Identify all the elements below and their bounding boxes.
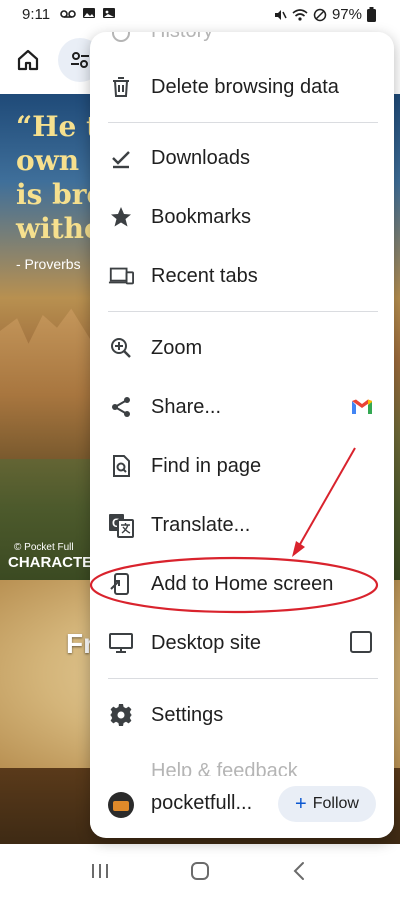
status-notification-icons	[60, 6, 116, 22]
trash-icon	[108, 74, 134, 100]
gmail-icon[interactable]	[350, 395, 374, 419]
follow-button[interactable]: + Follow	[278, 786, 376, 822]
site-name: pocketfull...	[151, 792, 253, 814]
overflow-menu: History Delete browsing data Downloads B…	[90, 32, 394, 838]
menu-item-recent-tabs[interactable]: Recent tabs	[90, 248, 394, 304]
menu-item-history-partial[interactable]: History	[151, 32, 213, 43]
menu-item-label: Share...	[151, 395, 222, 418]
star-icon	[108, 204, 134, 230]
menu-item-label: Desktop site	[151, 631, 262, 654]
menu-item-settings[interactable]: Settings	[90, 687, 394, 743]
menu-item-downloads[interactable]: Downloads	[90, 130, 394, 186]
gear-icon	[108, 702, 134, 728]
copyright-text: © Pocket Full	[14, 542, 74, 553]
back-icon[interactable]	[289, 860, 311, 882]
voicemail-icon	[60, 10, 76, 18]
status-bar: 9:11 97%	[0, 0, 400, 30]
menu-item-label: Downloads	[151, 146, 250, 169]
share-icon	[108, 394, 134, 420]
menu-item-label: Find in page	[151, 454, 262, 477]
system-nav-bar	[0, 844, 400, 898]
home-nav-icon[interactable]	[189, 860, 211, 882]
menu-item-label: Delete browsing data	[151, 75, 339, 98]
tune-icon	[71, 52, 89, 68]
mute-icon	[274, 9, 287, 20]
ruin-illustration	[0, 308, 95, 459]
home-icon	[17, 49, 39, 71]
menu-item-zoom[interactable]: Zoom	[90, 320, 394, 376]
gallery-icon	[83, 8, 95, 18]
menu-item-delete-browsing-data[interactable]: Delete browsing data	[90, 59, 394, 115]
menu-item-share[interactable]: Share...	[90, 379, 394, 435]
menu-divider	[108, 311, 378, 312]
monitor-icon	[108, 630, 134, 656]
download-check-icon	[108, 145, 134, 171]
plus-icon: +	[295, 793, 307, 815]
menu-item-label: Settings	[151, 703, 224, 726]
devices-icon	[108, 263, 134, 289]
battery-percent: 97%	[331, 6, 362, 23]
desktop-site-checkbox[interactable]	[350, 631, 372, 653]
history-icon	[112, 32, 130, 42]
brand-text: CHARACTER	[8, 554, 103, 571]
menu-divider	[108, 122, 378, 123]
menu-item-label: Translate...	[151, 513, 251, 536]
site-favicon	[108, 792, 134, 818]
menu-item-find-in-page[interactable]: Find in page	[90, 438, 394, 494]
menu-item-translate[interactable]: G Translate...	[90, 497, 394, 553]
do-not-disturb-icon	[313, 8, 327, 21]
translate-icon: G	[108, 512, 134, 538]
recent-apps-icon[interactable]	[89, 861, 111, 881]
menu-item-label: Recent tabs	[151, 264, 258, 287]
menu-divider	[108, 678, 378, 679]
status-system-icons: 97%	[273, 6, 376, 23]
add-to-home-icon	[108, 571, 134, 597]
menu-item-desktop-site[interactable]: Desktop site	[90, 615, 394, 671]
battery-icon	[367, 7, 376, 22]
menu-item-label: Add to Home screen	[151, 572, 334, 595]
menu-item-add-to-home-screen[interactable]: Add to Home screen	[90, 556, 394, 612]
home-button[interactable]	[12, 44, 44, 76]
site-follow-row: pocketfull... + Follow	[90, 776, 394, 832]
image-icon	[103, 8, 115, 18]
wifi-icon	[292, 8, 308, 21]
find-in-page-icon	[108, 453, 134, 479]
follow-label: Follow	[312, 795, 359, 812]
menu-item-label: Zoom	[151, 336, 203, 359]
zoom-in-icon	[108, 335, 134, 361]
quote-attribution: - Proverbs	[16, 256, 81, 272]
status-time: 9:11	[22, 6, 51, 23]
menu-item-bookmarks[interactable]: Bookmarks	[90, 189, 394, 245]
menu-item-label: Bookmarks	[151, 205, 252, 228]
